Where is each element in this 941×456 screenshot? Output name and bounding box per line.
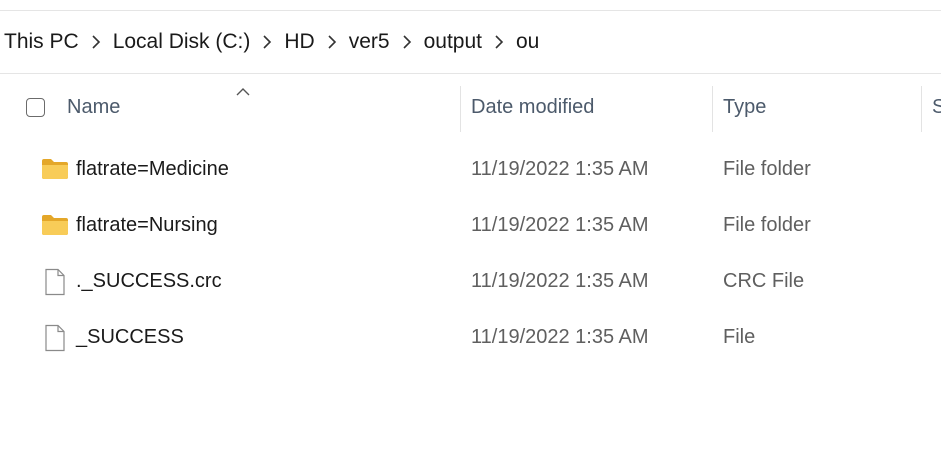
chevron-right-icon[interactable] — [394, 30, 420, 54]
column-header-type[interactable]: Type — [723, 96, 766, 119]
list-item[interactable]: _SUCCESS 11/19/2022 1:35 AM File — [0, 310, 941, 366]
file-name: ._SUCCESS.crc — [76, 270, 222, 292]
list-item[interactable]: flatrate=Nursing 11/19/2022 1:35 AM File… — [0, 198, 941, 254]
file-type: File folder — [723, 158, 811, 180]
breadcrumb-item-ou[interactable]: ou — [512, 30, 543, 54]
list-item[interactable]: ._SUCCESS.crc 11/19/2022 1:35 AM CRC Fil… — [0, 254, 941, 310]
file-type: File folder — [723, 214, 811, 236]
chevron-right-icon[interactable] — [254, 30, 280, 54]
breadcrumb-item-local-disk[interactable]: Local Disk (C:) — [109, 30, 255, 54]
breadcrumb-item-this-pc[interactable]: This PC — [0, 30, 83, 54]
file-name: flatrate=Nursing — [76, 214, 218, 236]
breadcrumb: This PC Local Disk (C:) HD ver5 output o… — [0, 11, 941, 73]
column-header-name[interactable]: Name — [67, 96, 120, 119]
chevron-right-icon[interactable] — [83, 30, 109, 54]
file-date-modified: 11/19/2022 1:35 AM — [471, 270, 649, 292]
column-resize-handle[interactable] — [460, 86, 461, 132]
file-type: CRC File — [723, 270, 805, 292]
file-name: _SUCCESS — [76, 326, 184, 348]
file-date-modified: 11/19/2022 1:35 AM — [471, 214, 649, 236]
breadcrumb-item-hd[interactable]: HD — [280, 30, 318, 54]
file-date-modified: 11/19/2022 1:35 AM — [471, 326, 649, 348]
chevron-right-icon[interactable] — [319, 30, 345, 54]
file-date-modified: 11/19/2022 1:35 AM — [471, 158, 649, 180]
select-all-checkbox[interactable] — [26, 98, 45, 117]
chevron-right-icon[interactable] — [486, 30, 512, 54]
column-resize-handle[interactable] — [712, 86, 713, 132]
column-header-size[interactable]: S — [932, 96, 941, 119]
folder-icon — [41, 212, 69, 238]
file-icon — [41, 324, 69, 352]
column-header-date-modified[interactable]: Date modified — [471, 96, 594, 119]
file-name: flatrate=Medicine — [76, 158, 229, 180]
breadcrumb-item-output[interactable]: output — [420, 30, 486, 54]
breadcrumb-item-ver5[interactable]: ver5 — [345, 30, 394, 54]
file-icon — [41, 268, 69, 296]
column-header-row: Name Date modified Type S — [0, 74, 941, 144]
sort-up-icon — [236, 83, 250, 101]
column-resize-handle[interactable] — [921, 86, 922, 132]
folder-icon — [41, 156, 69, 182]
list-item[interactable]: flatrate=Medicine 11/19/2022 1:35 AM Fil… — [0, 142, 941, 198]
file-type: File — [723, 326, 756, 348]
